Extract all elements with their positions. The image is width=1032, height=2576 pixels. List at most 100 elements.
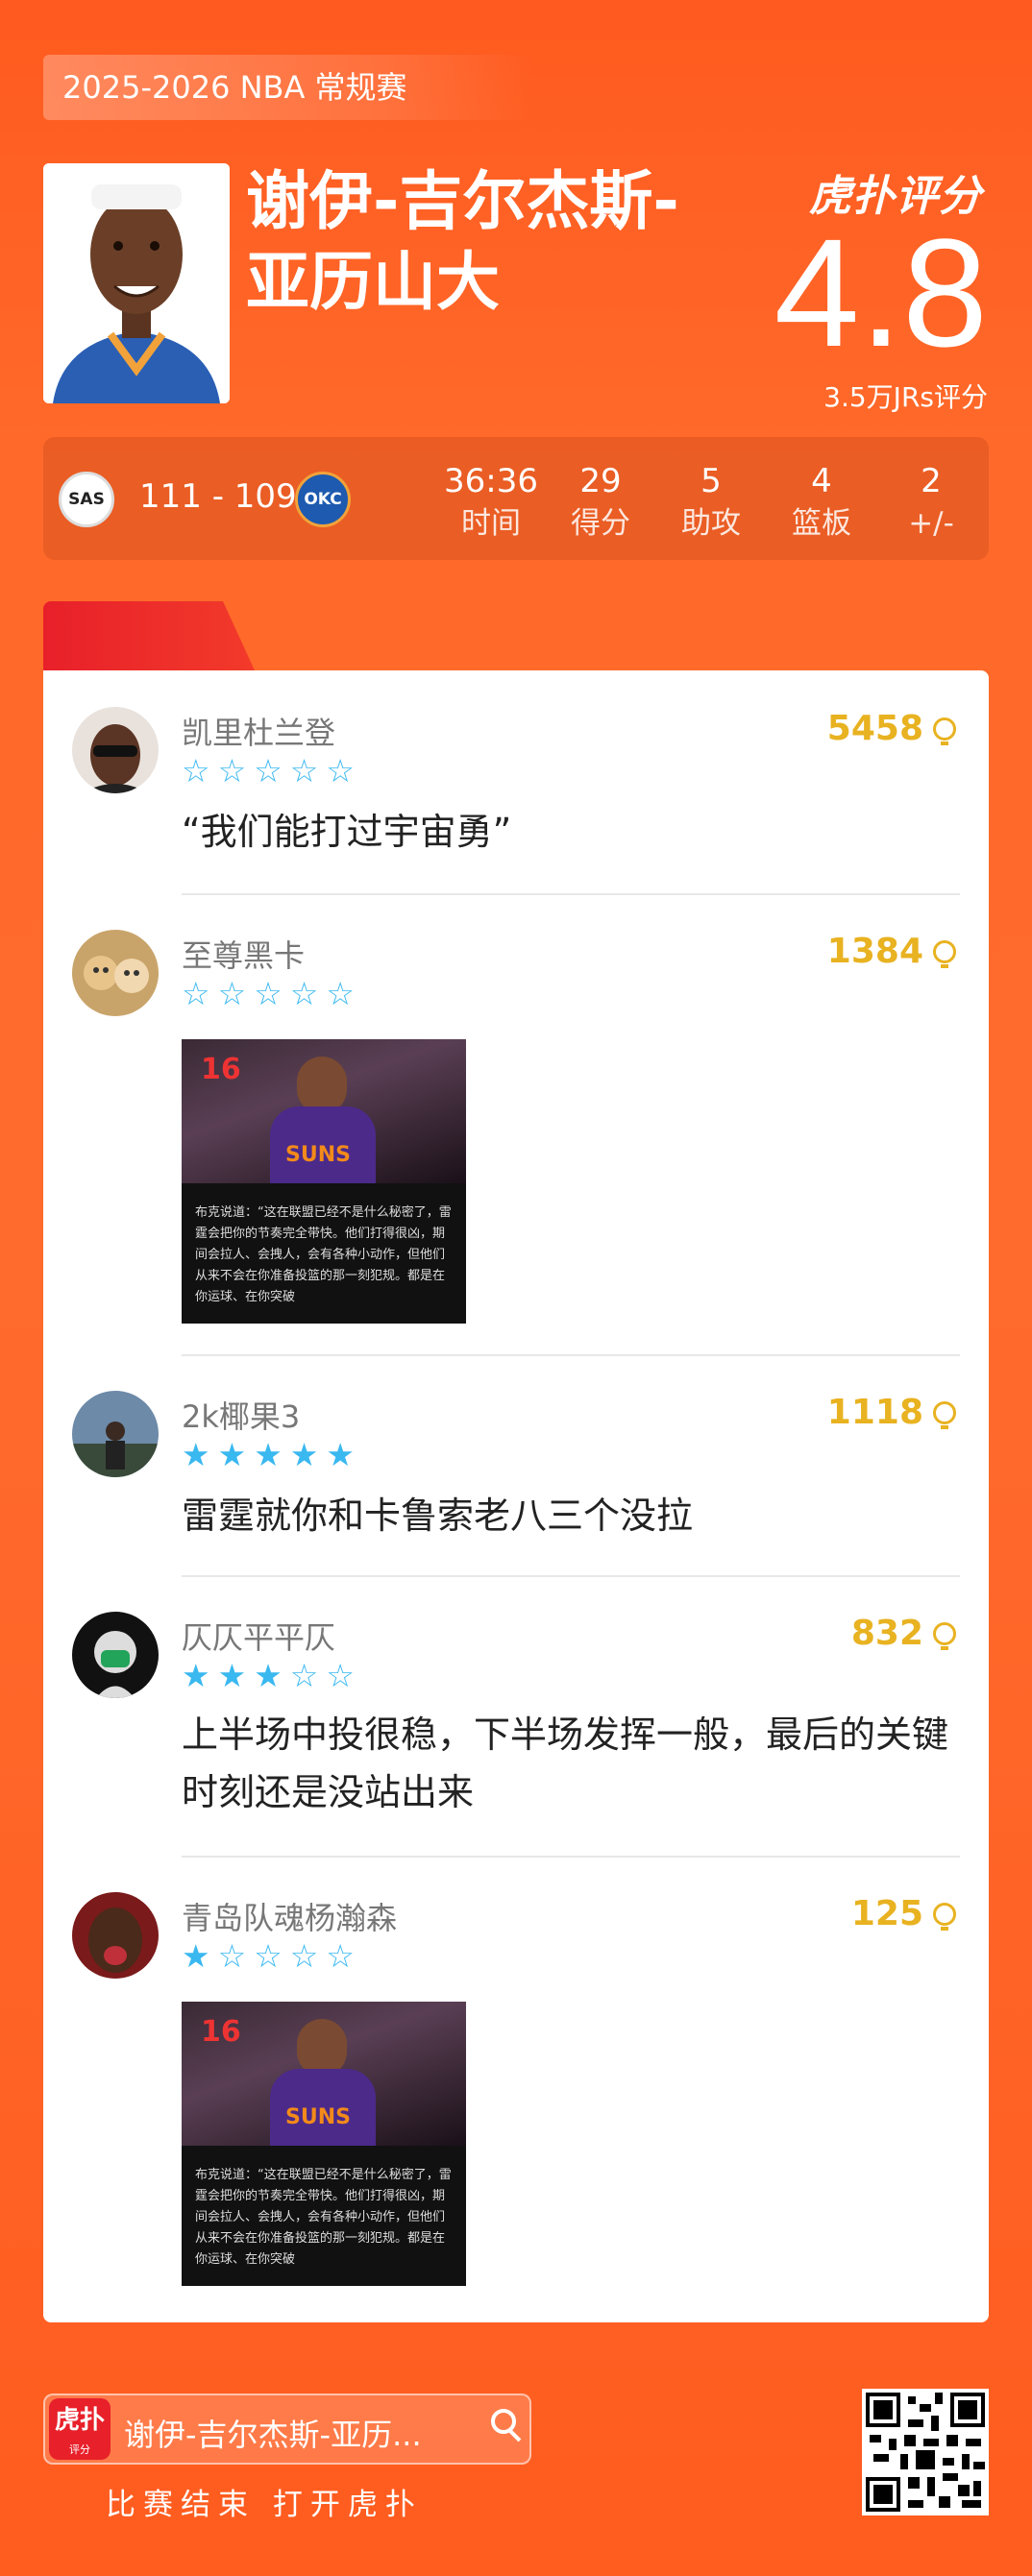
- app-search-bar[interactable]: 虎扑评分 谢伊-吉尔杰斯-亚历...: [43, 2394, 531, 2465]
- image-caption: 布克说道：“这在联盟已经不是什么秘密了，雷霆会把你的节奏完全带快。他们打得很凶，…: [195, 1205, 452, 1304]
- star-empty-icon: ☆: [217, 752, 247, 790]
- stat-value: 2: [921, 462, 942, 500]
- footer-caption: 比赛结束 打开虎扑: [106, 2488, 423, 2522]
- stat-value: 29: [579, 462, 622, 500]
- like-count[interactable]: 125: [851, 1894, 956, 1933]
- username[interactable]: 至尊黑卡: [182, 932, 305, 976]
- app-icon-title: 虎扑: [54, 2406, 105, 2435]
- comment-text: “我们能打过宇宙勇”: [182, 811, 512, 853]
- stat-label: 篮板: [792, 506, 851, 541]
- comments-panel: 凯里杜兰登 ☆ ☆ ☆ ☆ ☆ 5458 “我们能打过宇宙勇” 至尊黑卡 ☆ ☆ ☆ ☆ ☆ 1…: [43, 670, 989, 2322]
- lightbulb-icon: [933, 1902, 956, 1931]
- image-caption: 布克说道：“这在联盟已经不是什么秘密了，雷霆会把你的节奏完全带快。他们打得很凶，…: [195, 2168, 452, 2267]
- team-logo-spurs: SAS: [59, 472, 114, 527]
- player-name-line1: 谢伊-吉尔杰斯-: [246, 164, 679, 238]
- image-player-head: [297, 2019, 347, 2077]
- like-number: 1118: [826, 1393, 923, 1432]
- hupu-app-icon: 虎扑 评分: [49, 2398, 111, 2460]
- star-empty-icon: ☆: [254, 975, 283, 1012]
- comment-image[interactable]: 16 SUNS 布克说道：“这在联盟已经不是什么秘密了，雷霆会把你的节奏完全带快…: [182, 1039, 466, 1324]
- star-empty-icon: ☆: [182, 975, 210, 1012]
- like-number: 832: [850, 1614, 923, 1653]
- stat-value: 4: [811, 462, 832, 500]
- star-filled-icon: ★: [182, 1657, 210, 1694]
- star-filled-icon: ★: [182, 1436, 210, 1473]
- player-name: 谢伊-吉尔杰斯- 亚历山大: [246, 161, 746, 323]
- star-filled-icon: ★: [326, 1436, 355, 1473]
- star-empty-icon: ☆: [217, 1937, 247, 1975]
- star-empty-icon: ☆: [217, 975, 247, 1012]
- stat-plus-minus: 2 +/-: [883, 460, 979, 545]
- stat-points: 29 得分: [553, 460, 649, 545]
- like-count[interactable]: 1384: [827, 932, 956, 971]
- like-count[interactable]: 832: [851, 1614, 956, 1653]
- divider: [182, 1856, 960, 1858]
- divider: [182, 893, 960, 895]
- stat-rebounds: 4 篮板: [774, 460, 870, 545]
- star-empty-icon: ☆: [289, 752, 319, 790]
- player-photo: [43, 163, 230, 403]
- star-rating: ★ ☆ ☆ ☆ ☆: [182, 1940, 355, 1972]
- lightbulb-icon: [933, 1400, 956, 1429]
- star-empty-icon: ☆: [326, 752, 355, 790]
- star-empty-icon: ☆: [289, 975, 319, 1012]
- divider: [182, 1575, 960, 1577]
- star-empty-icon: ☆: [254, 1937, 283, 1975]
- like-count[interactable]: 5458: [827, 709, 956, 748]
- search-icon[interactable]: [491, 2409, 516, 2434]
- star-filled-icon: ★: [182, 1937, 210, 1975]
- avatar[interactable]: [72, 930, 159, 1016]
- image-jersey-text: SUNS: [285, 2105, 351, 2129]
- lightbulb-icon: [933, 1621, 956, 1650]
- season-label: 2025-2026 NBA 常规赛: [43, 55, 533, 120]
- search-query: 谢伊-吉尔杰斯-亚历...: [124, 2417, 422, 2453]
- star-empty-icon: ☆: [182, 752, 210, 790]
- comment-text: 雷霆就你和卡鲁索老八三个没拉: [182, 1495, 694, 1537]
- username[interactable]: 凯里杜兰登: [182, 709, 335, 753]
- star-empty-icon: ☆: [289, 1657, 319, 1694]
- like-number: 125: [850, 1894, 923, 1933]
- image-player-head: [297, 1057, 347, 1114]
- like-count[interactable]: 1118: [827, 1393, 956, 1432]
- like-number: 5458: [826, 709, 923, 748]
- avatar[interactable]: [72, 1612, 159, 1698]
- star-filled-icon: ★: [217, 1436, 247, 1473]
- star-empty-icon: ☆: [326, 975, 355, 1012]
- stat-assists: 5 助攻: [663, 460, 759, 545]
- image-jersey-text: SUNS: [285, 1143, 351, 1167]
- star-rating: ☆ ☆ ☆ ☆ ☆: [182, 755, 355, 787]
- username[interactable]: 青岛队魂杨瀚森: [182, 1894, 397, 1938]
- avatar[interactable]: [72, 1892, 159, 1979]
- team-logo-thunder: OKC: [295, 472, 351, 527]
- stat-label: 时间: [461, 506, 521, 541]
- image-number: 16: [201, 1053, 241, 1086]
- app-icon-subtitle: 评分: [69, 2443, 90, 2456]
- star-rating: ★ ★ ★ ☆ ☆: [182, 1660, 355, 1691]
- username[interactable]: 2k椰果3: [182, 1393, 300, 1437]
- stat-value: 5: [700, 462, 722, 500]
- star-rating: ☆ ☆ ☆ ☆ ☆: [182, 978, 355, 1009]
- stat-label: 得分: [571, 506, 630, 541]
- avatar[interactable]: [72, 1391, 159, 1477]
- lightbulb-icon: [933, 717, 956, 745]
- rating-count: 3.5万JRs评分: [823, 381, 988, 413]
- star-filled-icon: ★: [254, 1657, 283, 1694]
- comment-text: 上半场中投很稳，下半场发挥一般，最后的关键时刻还是没站出来: [182, 1713, 949, 1813]
- image-number: 16: [201, 2015, 241, 2049]
- qr-code: [862, 2389, 989, 2515]
- comment-image[interactable]: 16 SUNS 布克说道：“这在联盟已经不是什么秘密了，雷霆会把你的节奏完全带快…: [182, 2002, 466, 2286]
- game-score: 111 - 109: [139, 477, 297, 516]
- divider: [182, 1354, 960, 1356]
- stat-label: +/-: [908, 506, 954, 541]
- star-empty-icon: ☆: [289, 1937, 319, 1975]
- username[interactable]: 仄仄平平仄: [182, 1614, 335, 1658]
- stat-label: 助攻: [681, 506, 741, 541]
- star-filled-icon: ★: [254, 1436, 283, 1473]
- star-rating: ★ ★ ★ ★ ★: [182, 1439, 355, 1470]
- game-stats-card[interactable]: SAS 111 - 109 OKC 36:36 时间 29 得分 5 助攻 4 …: [43, 437, 989, 560]
- hot-comments-tab: [43, 601, 255, 670]
- star-empty-icon: ☆: [326, 1657, 355, 1694]
- avatar[interactable]: [72, 707, 159, 793]
- star-empty-icon: ☆: [326, 1937, 355, 1975]
- star-filled-icon: ★: [217, 1657, 247, 1694]
